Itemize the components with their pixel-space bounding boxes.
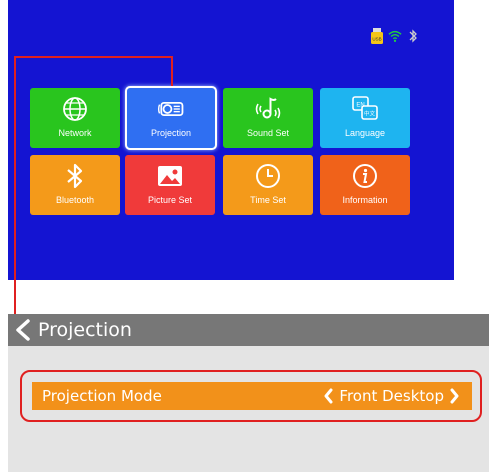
picture-icon <box>158 166 182 186</box>
projector-icon <box>157 101 184 117</box>
language-en-text: EN <box>356 103 364 109</box>
usb-icon: USB <box>371 28 383 44</box>
projection-mode-row[interactable]: Projection Mode Front Desktop <box>32 382 472 410</box>
sound-icon <box>255 97 281 119</box>
projection-tile[interactable]: Projection <box>125 86 217 150</box>
time-set-tile[interactable]: Time Set <box>223 155 313 215</box>
language-tile[interactable]: EN 中文 Language <box>320 88 410 148</box>
information-label: Information <box>342 195 388 205</box>
clock-icon <box>256 164 280 188</box>
wifi-icon <box>388 30 402 42</box>
connector-line <box>14 56 173 58</box>
sound-set-tile[interactable]: Sound Set <box>223 88 313 148</box>
bluetooth-status-icon <box>409 29 417 43</box>
picture-set-tile[interactable]: Picture Set <box>125 155 215 215</box>
bluetooth-tile[interactable]: Bluetooth <box>30 155 120 215</box>
network-label: Network <box>58 128 92 138</box>
network-tile[interactable]: Network <box>30 88 120 148</box>
bluetooth-label: Bluetooth <box>55 195 95 205</box>
globe-icon <box>63 97 87 121</box>
projection-settings-panel: Projection Projection Mode Front Desktop <box>8 314 489 472</box>
setting-value-selector: Front Desktop <box>323 387 460 405</box>
projection-label: Projection <box>150 128 192 138</box>
back-arrow-icon[interactable] <box>14 319 32 341</box>
language-icon: EN 中文 <box>352 96 378 120</box>
panel-header: Projection <box>8 314 489 346</box>
setting-label: Projection Mode <box>42 387 162 405</box>
info-icon <box>353 164 377 188</box>
setting-value: Front Desktop <box>339 387 444 405</box>
sound-set-label: Sound Set <box>246 128 290 138</box>
projector-home-screen: USB Network Projection Sound Set EN 中文 L… <box>8 0 454 280</box>
time-set-label: Time Set <box>250 195 286 205</box>
information-tile[interactable]: Information <box>320 155 410 215</box>
chevron-left-icon[interactable] <box>323 388 333 404</box>
usb-label: USB <box>372 37 381 42</box>
connector-line <box>171 56 173 86</box>
status-bar: USB <box>370 28 420 44</box>
bluetooth-icon <box>67 163 83 189</box>
picture-set-label: Picture Set <box>147 195 193 205</box>
connector-line <box>14 56 16 318</box>
language-label: Language <box>344 128 386 138</box>
panel-title: Projection <box>38 319 132 341</box>
language-zh-text: 中文 <box>364 110 376 118</box>
chevron-right-icon[interactable] <box>450 388 460 404</box>
